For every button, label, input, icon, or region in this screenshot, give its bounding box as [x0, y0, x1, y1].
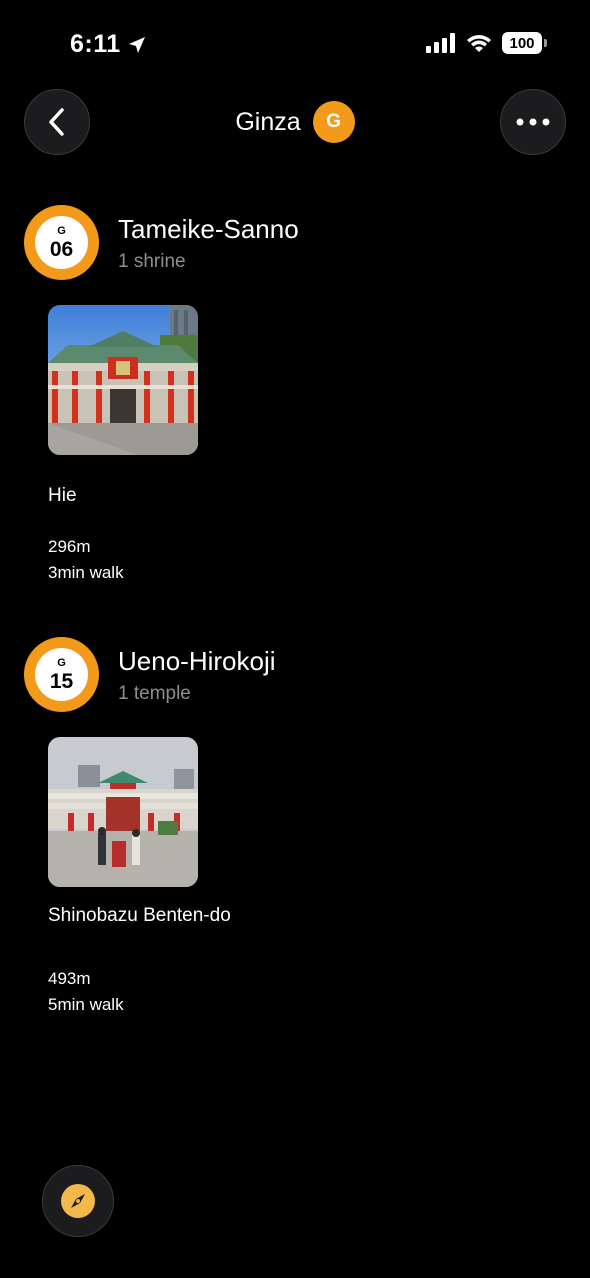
station-badge: G 15	[24, 637, 99, 712]
page-title: Ginza	[235, 107, 301, 136]
place-photo	[48, 305, 198, 455]
station-place-count: 1 temple	[118, 683, 191, 704]
station-number: 06	[49, 237, 74, 261]
station-place-count: 1 shrine	[118, 251, 186, 272]
status-bar: 6:11 100	[0, 0, 590, 88]
compass-button[interactable]	[42, 1165, 114, 1237]
station-line-code: G	[57, 224, 66, 237]
place-card[interactable]: Shinobazu Benten-do 493m 5min walk	[48, 737, 248, 1017]
station-section: G 15 Ueno-Hirokoji 1 temple Shinobazu Be…	[0, 637, 590, 1037]
line-badge: G	[312, 101, 355, 143]
station-section: G 06 Tameike-Sanno 1 shrine Hie 296m 3mi…	[0, 205, 590, 605]
cellular-signal-icon	[426, 33, 455, 53]
location-arrow-icon	[128, 36, 145, 53]
station-badge: G 06	[24, 205, 99, 280]
battery-indicator: 100	[502, 32, 547, 54]
ellipsis-icon	[516, 118, 550, 126]
station-badge-inner: G 06	[35, 216, 88, 269]
place-walk-time: 5min walk	[48, 995, 124, 1014]
place-walk-time: 3min walk	[48, 563, 124, 582]
place-distance: 493m	[48, 969, 91, 988]
station-line-code: G	[57, 656, 66, 669]
place-name: Shinobazu Benten-do	[48, 905, 231, 926]
place-name: Hie	[48, 485, 77, 506]
place-photo	[48, 737, 198, 887]
station-name[interactable]: Ueno-Hirokoji	[118, 646, 276, 677]
wifi-icon	[467, 35, 491, 52]
compass-icon	[61, 1184, 95, 1218]
status-time: 6:11	[70, 30, 147, 59]
station-badge-inner: G 15	[35, 648, 88, 701]
battery-level: 100	[509, 34, 535, 52]
status-icons: 100	[426, 32, 547, 54]
station-name[interactable]: Tameike-Sanno	[118, 214, 299, 245]
place-distance: 296m	[48, 537, 91, 556]
time-label: 6:11	[70, 30, 121, 58]
place-card[interactable]: Hie 296m 3min walk	[48, 305, 248, 585]
station-number: 15	[49, 669, 74, 693]
more-button[interactable]	[500, 89, 566, 155]
